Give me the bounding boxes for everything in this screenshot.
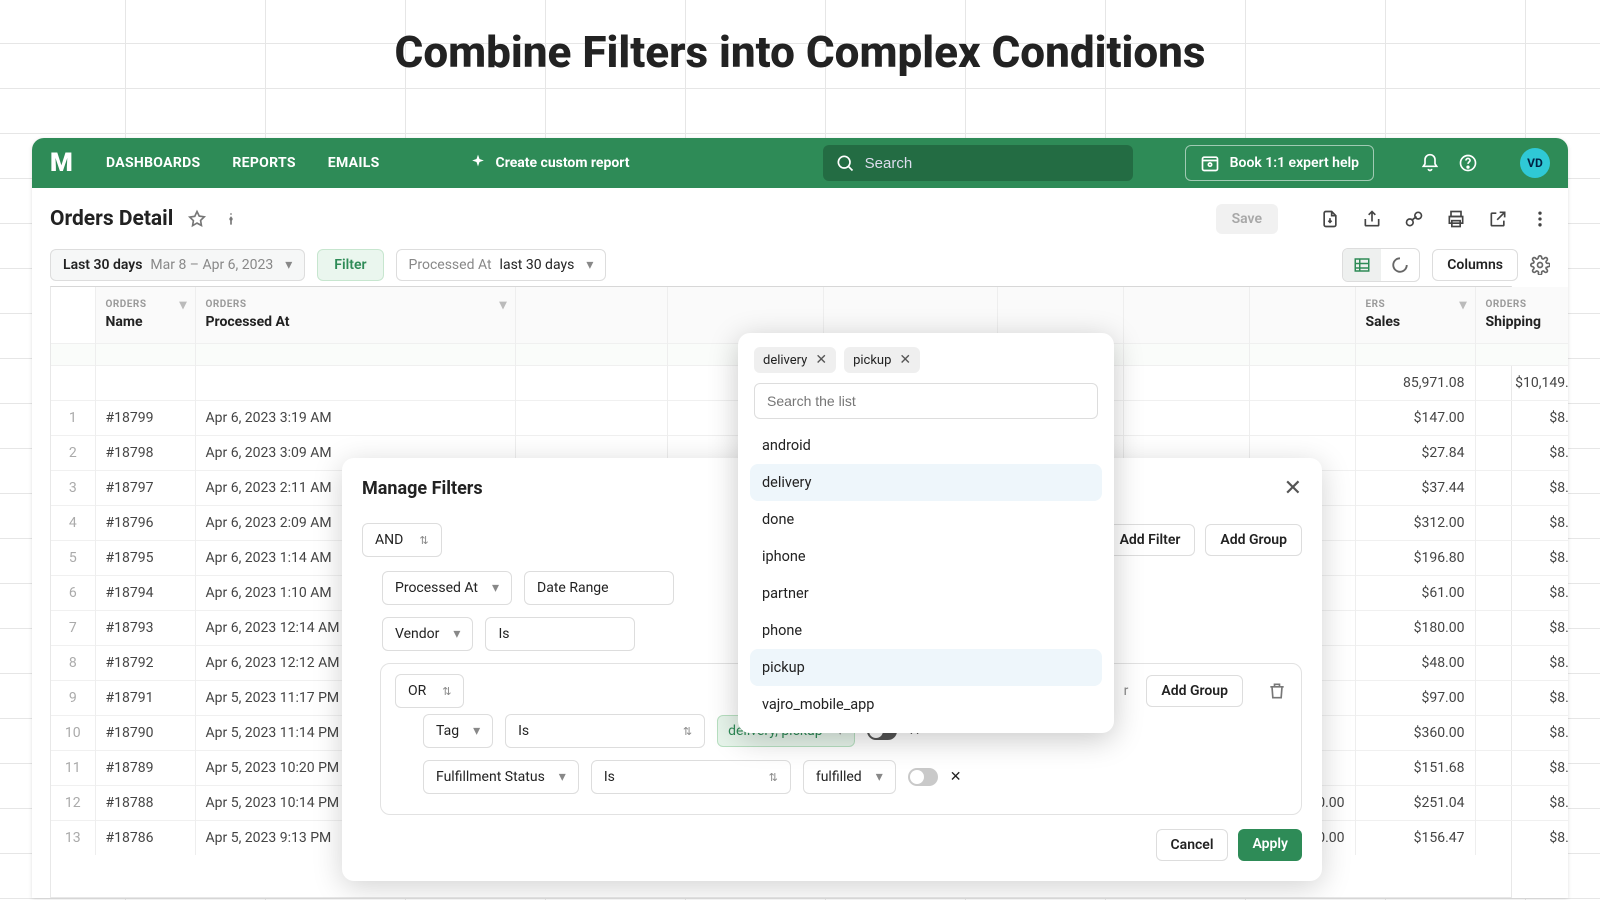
columns-button[interactable]: Columns <box>1432 249 1518 281</box>
bell-icon[interactable] <box>1420 153 1440 173</box>
and-or-select[interactable]: AND <box>362 523 442 557</box>
chevron-down-icon <box>582 257 593 273</box>
sparkle-icon <box>468 153 488 173</box>
tag-option[interactable]: partner <box>750 575 1102 612</box>
help-icon[interactable] <box>1458 153 1478 173</box>
date-range-picker[interactable]: Last 30 days Mar 8 – Apr 6, 2023 <box>50 249 305 281</box>
tag-option[interactable]: done <box>750 501 1102 538</box>
hero-title: Combine Filters into Complex Conditions <box>0 26 1600 78</box>
tag-option[interactable]: android <box>750 427 1102 464</box>
view-progress-icon[interactable] <box>1381 249 1419 281</box>
global-search-input[interactable] <box>865 155 1121 172</box>
calendar-person-icon <box>1200 153 1220 173</box>
page-header: Orders Detail Save <box>32 188 1568 234</box>
user-avatar[interactable]: VD <box>1520 148 1550 178</box>
cancel-button[interactable]: Cancel <box>1156 829 1229 861</box>
filter-operator-select[interactable]: Is <box>591 760 791 794</box>
add-group-button[interactable]: Add Group <box>1146 675 1243 707</box>
gear-icon[interactable] <box>1530 255 1550 275</box>
nav-emails[interactable]: EMAILS <box>328 155 380 171</box>
filter-field-select[interactable]: Processed At <box>382 571 512 605</box>
tag-picker-popover: delivery✕pickup✕ androiddeliverydoneipho… <box>738 333 1114 733</box>
create-custom-report-label: Create custom report <box>496 155 630 171</box>
filter-field-select[interactable]: Tag <box>423 714 493 748</box>
column-header[interactable]: ORDERSName▾ <box>95 287 195 343</box>
info-icon[interactable] <box>221 209 241 229</box>
date-range-label: Last 30 days <box>63 257 142 273</box>
or-select[interactable]: OR <box>395 674 464 708</box>
page-header-actions: Save <box>1216 204 1550 234</box>
app-window: M DASHBOARDS REPORTS EMAILS Create custo… <box>32 138 1568 898</box>
view-mode-toggle[interactable] <box>1342 248 1420 282</box>
print-icon[interactable] <box>1446 209 1466 229</box>
nav-links: DASHBOARDS REPORTS EMAILS <box>106 155 380 171</box>
filter-button[interactable]: Filter <box>317 249 383 281</box>
save-button: Save <box>1216 204 1278 234</box>
global-search[interactable] <box>823 145 1133 181</box>
filter-operator-select[interactable]: Date Range <box>524 571 674 605</box>
page-title: Orders Detail <box>50 207 173 231</box>
nav-reports[interactable]: REPORTS <box>232 155 295 171</box>
add-filter-button[interactable]: Add Filter <box>1105 524 1196 556</box>
filter-operator-select[interactable]: Is <box>485 617 635 651</box>
selected-tag-chip[interactable]: pickup✕ <box>844 347 920 373</box>
view-table-icon[interactable] <box>1343 249 1381 281</box>
remove-chip-icon[interactable]: ✕ <box>815 352 827 368</box>
column-header[interactable] <box>1249 287 1355 343</box>
tag-option[interactable]: delivery <box>750 464 1102 501</box>
column-header[interactable]: ORDERSShipping▾ <box>1475 287 1568 343</box>
filter-field-select[interactable]: Fulfillment Status <box>423 760 579 794</box>
filter-field-select[interactable]: Vendor <box>382 617 473 651</box>
tag-option[interactable]: iphone <box>750 538 1102 575</box>
create-custom-report-button[interactable]: Create custom report <box>468 153 630 173</box>
column-header[interactable] <box>515 287 667 343</box>
close-icon[interactable]: ✕ <box>1284 476 1302 501</box>
active-filter-value: last 30 days <box>500 257 575 273</box>
trash-icon[interactable] <box>1267 681 1287 701</box>
top-right-icons <box>1420 153 1478 173</box>
search-icon <box>835 153 855 173</box>
filter-operator-select[interactable]: Is <box>505 714 705 748</box>
active-filter-chip[interactable]: Processed At last 30 days <box>396 249 607 281</box>
more-vert-icon[interactable] <box>1530 209 1550 229</box>
nav-dashboards[interactable]: DASHBOARDS <box>106 155 200 171</box>
active-filter-field: Processed At <box>409 257 492 273</box>
tag-search-input[interactable] <box>754 383 1098 419</box>
filter-row-fulfillment: Fulfillment Status Is fulfilled ✕ <box>423 754 1287 800</box>
column-header[interactable]: ERSSales▾ <box>1355 287 1475 343</box>
app-logo[interactable]: M <box>50 148 78 178</box>
filter-value-select[interactable]: fulfilled <box>803 760 896 794</box>
share-icon[interactable] <box>1362 209 1382 229</box>
star-icon[interactable] <box>187 209 207 229</box>
top-nav: M DASHBOARDS REPORTS EMAILS Create custo… <box>32 138 1568 188</box>
tag-option[interactable]: phone <box>750 612 1102 649</box>
column-header[interactable] <box>1123 287 1249 343</box>
book-expert-help-label: Book 1:1 expert help <box>1230 155 1359 171</box>
remove-chip-icon[interactable]: ✕ <box>899 352 911 368</box>
add-group-button[interactable]: Add Group <box>1205 524 1302 556</box>
column-header[interactable]: ORDERSProcessed At▾ <box>195 287 515 343</box>
manage-filters-title: Manage Filters <box>362 478 483 499</box>
book-expert-help-button[interactable]: Book 1:1 expert help <box>1185 145 1374 181</box>
selected-tag-chip[interactable]: delivery✕ <box>754 347 836 373</box>
column-header[interactable] <box>51 287 95 343</box>
open-external-icon[interactable] <box>1488 209 1508 229</box>
date-range-dates: Mar 8 – Apr 6, 2023 <box>150 257 273 273</box>
file-download-icon[interactable] <box>1320 209 1340 229</box>
remove-rule-icon[interactable]: ✕ <box>950 769 962 785</box>
chevron-down-icon <box>281 257 292 273</box>
apply-button[interactable]: Apply <box>1238 829 1302 861</box>
tag-option[interactable]: pickup <box>750 649 1102 686</box>
rule-toggle[interactable] <box>908 768 938 786</box>
copy-link-icon[interactable] <box>1404 209 1424 229</box>
tag-option[interactable]: vajro_mobile_app <box>750 686 1102 723</box>
